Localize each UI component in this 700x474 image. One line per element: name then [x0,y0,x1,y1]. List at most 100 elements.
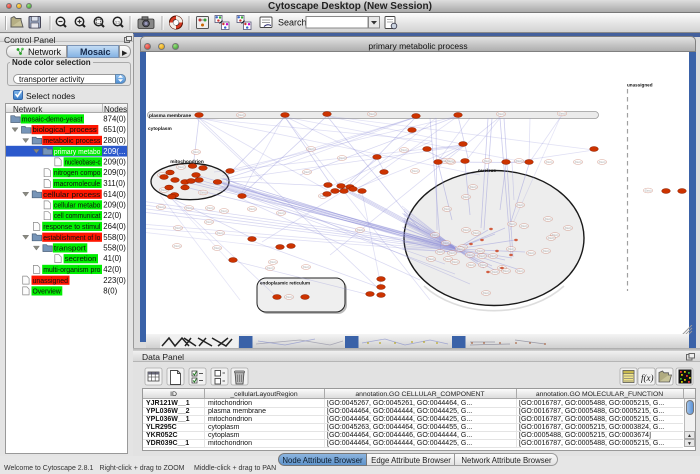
svg-text:42(0): 42(0) [103,265,122,274]
svg-text:(0xxx): (0xxx) [470,186,477,189]
svg-text:(0xxx): (0xxx) [543,250,550,253]
svg-text:(0xxx): (0xxx) [452,261,459,264]
svg-text:8(0): 8(0) [103,287,117,296]
svg-text:(0xxx): (0xxx) [559,113,566,116]
svg-text:(0xxx): (0xxx) [447,160,454,163]
svg-text:209(0): 209(0) [103,168,126,177]
svg-text:cellular process: cellular process [43,190,100,199]
svg-text:(0xxx): (0xxx) [463,229,470,232]
svg-text:(0xxx): (0xxx) [304,171,311,174]
svg-text:(0xxx): (0xxx) [479,255,486,258]
svg-text:(0xxx): (0xxx) [645,190,652,193]
svg-text:(0xxx): (0xxx) [509,223,516,226]
svg-text:651(0): 651(0) [103,125,126,134]
svg-text:secretion: secretion [65,254,97,263]
svg-text:558(0): 558(0) [103,233,126,242]
svg-text:primary metabo: primary metabo [54,147,101,156]
svg-text:(0xxx): (0xxx) [463,196,470,199]
svg-text:mitochondrion: mitochondrion [170,159,204,165]
svg-text:(0xxx): (0xxx) [517,270,524,273]
svg-text:280(0): 280(0) [103,136,126,145]
svg-text:(0xxx): (0xxx) [178,166,185,169]
svg-text:(0xxx): (0xxx) [357,229,364,232]
svg-text:(0xxx): (0xxx) [339,157,346,160]
svg-text:(0xxx): (0xxx) [221,210,228,213]
svg-text:(0xxx): (0xxx) [270,261,277,264]
svg-text:metabolic process: metabolic process [43,136,100,145]
svg-text:unassigned: unassigned [33,276,69,285]
svg-text:(0xxx): (0xxx) [599,161,606,164]
svg-text:(0xxx): (0xxx) [401,149,408,152]
svg-text:(0xxx): (0xxx) [214,247,221,250]
svg-text:(0xxx): (0xxx) [503,270,510,273]
svg-text:(0xxx): (0xxx) [278,212,285,215]
svg-text:(0xxx): (0xxx) [206,221,213,224]
svg-text:(0xxx): (0xxx) [484,160,491,163]
svg-text:209(...: 209(... [103,147,125,156]
svg-text:(0xxx): (0xxx) [477,250,484,253]
svg-text:(0xxx): (0xxx) [490,255,497,258]
svg-text:874(0): 874(0) [103,115,126,124]
svg-text:(0xxx): (0xxx) [444,208,451,211]
svg-text:(0xxx): (0xxx) [186,207,193,210]
svg-text:(0xxx): (0xxx) [565,227,572,230]
svg-text:(0xxx): (0xxx) [508,248,515,251]
svg-text:(0xxx): (0xxx) [369,113,376,116]
svg-text:Overview: Overview [33,287,62,296]
svg-text:macromolecule: macromolecule [54,179,100,188]
svg-text:(0xxx): (0xxx) [207,207,214,210]
svg-text:multi-organism pro: multi-organism pro [43,265,100,274]
svg-text:(0xxx): (0xxx) [432,234,439,237]
svg-text:(0xxx): (0xxx) [217,232,224,235]
svg-text:223(0): 223(0) [103,276,126,285]
svg-text:(0xxx): (0xxx) [428,258,435,261]
svg-text:(0xxx): (0xxx) [412,170,419,173]
svg-text:(0xxx): (0xxx) [575,161,582,164]
svg-text:(0xxx): (0xxx) [483,292,490,295]
svg-text:264(0): 264(0) [103,222,126,231]
svg-text:(0xxx): (0xxx) [286,296,293,299]
svg-text:209(0): 209(0) [103,201,126,210]
svg-text:transport: transport [54,244,87,253]
svg-text:(0xxx): (0xxx) [517,204,524,207]
svg-text:(0xxx): (0xxx) [437,251,444,254]
svg-text:(0xxx): (0xxx) [308,148,315,151]
svg-text:endoplasmic reticulum: endoplasmic reticulum [260,281,310,286]
svg-text:(0xxx): (0xxx) [521,225,528,228]
svg-text:(0xxx): (0xxx) [546,161,553,164]
svg-text:(0xxx): (0xxx) [492,271,499,274]
svg-text:41(0): 41(0) [103,254,122,263]
svg-text:(0xxx): (0xxx) [480,264,487,267]
svg-text:cell communicat: cell communicat [54,211,101,220]
svg-text:Search:: Search: [278,18,309,28]
svg-text:558(0): 558(0) [103,244,126,253]
svg-text:(0xxx): (0xxx) [548,237,555,240]
svg-text:(0xxx): (0xxx) [528,252,535,255]
svg-text:nucleobase-c: nucleobase-c [65,158,101,167]
svg-text:(0xxx): (0xxx) [545,218,552,221]
svg-text:(0xxx): (0xxx) [443,242,450,245]
svg-text:(0xxx): (0xxx) [193,151,200,154]
svg-text:(0xxx): (0xxx) [516,160,523,163]
svg-text:response to stimul: response to stimul [43,222,101,231]
svg-text:(0xxx): (0xxx) [498,113,505,116]
svg-text:nucleus: nucleus [478,168,496,174]
svg-text:(0xxx): (0xxx) [200,192,207,195]
svg-text:(0xxx): (0xxx) [303,266,310,269]
svg-text:(0xxx): (0xxx) [457,248,464,251]
svg-text:(0xxx): (0xxx) [267,267,274,270]
svg-text:(0xxx): (0xxx) [449,252,456,255]
svg-text:22(0): 22(0) [103,211,122,220]
svg-text:(0xxx): (0xxx) [175,227,182,230]
svg-text:(0xxx): (0xxx) [468,264,475,267]
svg-text:(0xxx): (0xxx) [467,254,474,257]
svg-text:cytoplasm: cytoplasm [148,126,172,132]
svg-text:biological_process: biological_process [33,125,97,134]
svg-text:(0xxx): (0xxx) [174,245,181,248]
svg-text:mosaic-demo-yeast: mosaic-demo-yeast [22,115,84,124]
svg-text:(0xxx): (0xxx) [473,232,480,235]
svg-text:unassigned: unassigned [627,83,653,88]
svg-text:(0xxx): (0xxx) [158,206,165,209]
svg-text:nitrogen compo: nitrogen compo [54,168,101,177]
svg-text:plasma membrane: plasma membrane [149,113,191,119]
